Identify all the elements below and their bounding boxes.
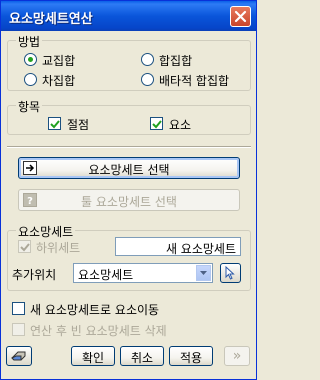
window-title: 요소망세트연산 [9, 12, 93, 27]
apply-button[interactable]: 적용 [169, 346, 213, 366]
select-tool-set-button[interactable]: ? 툴 요소망세트 선택 [18, 189, 240, 211]
checkmark-icon [152, 120, 162, 129]
eraser-button[interactable] [6, 346, 32, 366]
radio-difference[interactable] [24, 73, 37, 86]
add-position-select[interactable]: 요소망세트 [73, 263, 213, 283]
pick-button[interactable] [220, 263, 241, 283]
move-elements-checkbox[interactable] [12, 302, 25, 315]
add-position-value: 요소망세트 [78, 268, 134, 282]
element-checkbox-label[interactable]: 요소 [169, 116, 191, 133]
subset-checkbox[interactable] [18, 240, 31, 253]
delete-empty-set-checkbox[interactable] [12, 323, 25, 336]
cancel-button[interactable]: 취소 [120, 346, 164, 366]
radio-intersection-label[interactable]: 교집합 [42, 52, 75, 69]
cursor-icon [225, 266, 235, 280]
title-bar[interactable]: 요소망세트연산 [1, 1, 256, 31]
dropdown-arrow[interactable] [196, 265, 211, 281]
method-group-label: 방법 [16, 33, 43, 50]
dialog-window: 요소망세트연산 방법 교집합 합집합 차집합 배타적 합집합 항목 절점 요소 [0, 0, 257, 380]
confirm-button[interactable]: 확인 [71, 346, 115, 366]
radio-symmetric-difference[interactable] [141, 73, 154, 86]
element-checkbox[interactable] [150, 117, 163, 130]
radio-difference-label[interactable]: 차집합 [42, 72, 75, 89]
items-group-label: 항목 [16, 98, 43, 115]
expand-button-label: » [232, 348, 242, 364]
checkmark-icon [20, 243, 30, 252]
chevron-down-icon [200, 271, 207, 275]
select-tool-set-button-label: 툴 요소망세트 선택 [81, 195, 177, 209]
set-name-input[interactable]: 새 요소망세트 [115, 237, 241, 256]
select-set-button-label: 요소망세트 선택 [88, 163, 170, 177]
cancel-button-label: 취소 [130, 351, 154, 365]
checkmark-icon [50, 120, 60, 129]
move-elements-label[interactable]: 새 요소망세트로 요소이동 [30, 301, 159, 318]
subset-checkbox-label: 하위세트 [36, 241, 81, 255]
node-checkbox[interactable] [48, 117, 61, 130]
expand-button[interactable]: » [224, 346, 250, 366]
radio-union-label[interactable]: 합집합 [159, 52, 192, 69]
close-icon [234, 10, 247, 23]
items-group: 항목 절점 요소 [7, 98, 251, 135]
radio-intersection[interactable] [24, 53, 37, 66]
method-group: 방법 교집합 합집합 차집합 배타적 합집합 [7, 33, 251, 91]
apply-button-label: 적용 [179, 351, 203, 365]
radio-union[interactable] [141, 53, 154, 66]
add-position-label: 추가위치 [12, 268, 57, 282]
node-checkbox-label[interactable]: 절점 [67, 116, 89, 133]
delete-empty-set-label: 연산 후 빈 요소망세트 삭제 [30, 324, 167, 338]
radio-symmetric-difference-label[interactable]: 배타적 합집합 [159, 72, 229, 89]
confirm-button-label: 확인 [81, 351, 105, 365]
select-set-button[interactable]: 요소망세트 선택 [18, 157, 240, 179]
eraser-icon [11, 351, 26, 361]
separator [7, 146, 251, 148]
element-set-group-label: 요소망세트 [16, 223, 76, 240]
element-set-group: 요소망세트 하위세트 새 요소망세트 추가위치 요소망세트 [7, 223, 251, 291]
close-button[interactable] [230, 6, 251, 27]
